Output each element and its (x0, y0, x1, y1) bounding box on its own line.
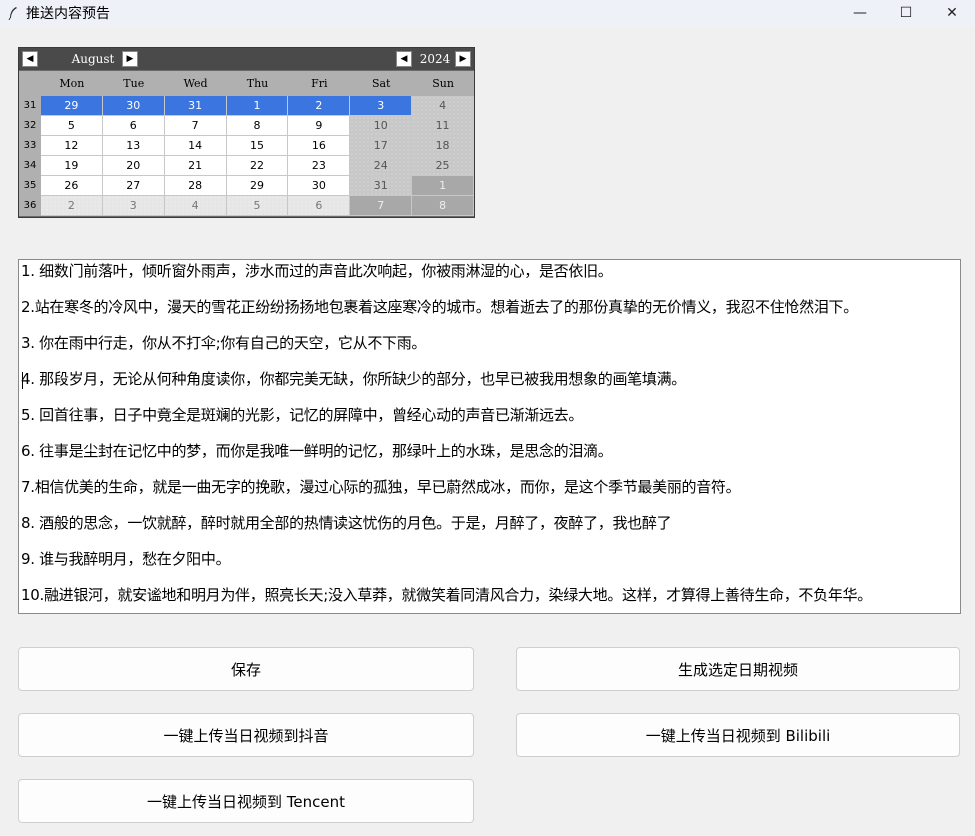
day-cell[interactable]: 7 (164, 116, 227, 136)
content-line: 6. 往事是尘封在记忆中的梦，而你是我唯一鲜明的记忆，那绿叶上的水珠，是思念的泪… (21, 442, 613, 460)
upload-bilibili-button[interactable]: 一键上传当日视频到 Bilibili (516, 713, 960, 757)
week-number: 32 (19, 116, 41, 136)
week-row: 35 26 27 28 29 30 31 1 (19, 176, 474, 196)
content-textarea[interactable]: 1. 细数门前落叶，倾听窗外雨声，涉水而过的声音此次响起，你被雨淋湿的心，是否依… (18, 259, 961, 614)
minimize-button[interactable]: — (837, 0, 883, 26)
week-number: 31 (19, 96, 41, 116)
day-cell[interactable]: 1 (412, 176, 474, 196)
week-number: 33 (19, 136, 41, 156)
day-cell[interactable]: 21 (164, 156, 227, 176)
day-cell[interactable]: 9 (288, 116, 351, 136)
content-line: 7.相信优美的生命，就是一曲无字的挽歌，漫过心际的孤独，早已蔚然成冰，而你，是这… (21, 478, 741, 496)
weekday-label: Fri (311, 77, 328, 90)
day-cell[interactable]: 29 (40, 96, 103, 116)
day-cell[interactable]: 24 (350, 156, 413, 176)
next-year-button[interactable]: ▶ (455, 51, 471, 67)
day-cell[interactable]: 8 (412, 196, 474, 216)
maximize-button[interactable]: ☐ (883, 0, 929, 26)
calendar-grid: 31 29 30 31 1 2 3 4 32 5 6 7 8 9 10 11 3… (19, 96, 474, 216)
week-row: 33 12 13 14 15 16 17 18 (19, 136, 474, 156)
weekday-label: Tue (123, 77, 145, 90)
day-cell[interactable]: 6 (102, 116, 165, 136)
close-button[interactable]: ✕ (929, 0, 975, 26)
week-number: 34 (19, 156, 41, 176)
day-cell[interactable]: 16 (288, 136, 351, 156)
day-cell[interactable]: 8 (226, 116, 289, 136)
calendar-header: ◀ August ▶ ◀ 2024 ▶ (19, 48, 474, 70)
feather-icon (8, 7, 17, 20)
weekday-header-row: Mon Tue Wed Thu Fri Sat Sun (19, 71, 474, 96)
week-row: 32 5 6 7 8 9 10 11 (19, 116, 474, 136)
content-line: 4. 那段岁月，无论从何种角度读你，你都完美无缺，你所缺少的部分，也早已被我用想… (21, 370, 686, 388)
window-controls: — ☐ ✕ (837, 0, 975, 26)
day-cell[interactable]: 20 (102, 156, 165, 176)
content-line: 10.融进银河，就安谧地和明月为伴，照亮长天;没入草莽，就微笑着同清风合力，染绿… (21, 586, 872, 604)
next-month-button[interactable]: ▶ (122, 51, 138, 67)
content-line: 9. 谁与我醉明月，愁在夕阳中。 (21, 550, 231, 568)
day-cell[interactable]: 27 (102, 176, 165, 196)
day-cell[interactable]: 23 (288, 156, 351, 176)
week-row: 34 19 20 21 22 23 24 25 (19, 156, 474, 176)
weekday-label: Thu (246, 77, 269, 90)
day-cell[interactable]: 31 (350, 176, 413, 196)
date-calendar: ◀ August ▶ ◀ 2024 ▶ Mon Tue Wed Thu Fri … (18, 47, 475, 218)
day-cell[interactable]: 11 (412, 116, 474, 136)
day-cell[interactable]: 5 (226, 196, 289, 216)
day-cell[interactable]: 15 (226, 136, 289, 156)
day-cell[interactable]: 29 (226, 176, 289, 196)
day-cell[interactable]: 10 (350, 116, 413, 136)
day-cell[interactable]: 25 (412, 156, 474, 176)
weekday-label: Sun (432, 77, 454, 90)
day-cell[interactable]: 5 (40, 116, 103, 136)
title-bar: 推送内容预告 — ☐ ✕ (0, 0, 975, 26)
day-cell[interactable]: 2 (40, 196, 103, 216)
content-line: 1. 细数门前落叶，倾听窗外雨声，涉水而过的声音此次响起，你被雨淋湿的心，是否依… (21, 262, 613, 280)
day-cell[interactable]: 3 (350, 96, 413, 116)
content-line: 3. 你在雨中行走，你从不打伞;你有自己的天空，它从不下雨。 (21, 334, 427, 352)
app-window: 推送内容预告 — ☐ ✕ ◀ August ▶ ◀ 2024 ▶ Mon Tue… (0, 0, 975, 836)
upload-tencent-button[interactable]: 一键上传当日视频到 Tencent (18, 779, 474, 823)
year-label: 2024 (414, 51, 456, 67)
day-cell[interactable]: 28 (164, 176, 227, 196)
day-cell[interactable]: 13 (102, 136, 165, 156)
day-cell[interactable]: 7 (350, 196, 413, 216)
text-caret (22, 372, 23, 389)
content-line: 5. 回首往事，日子中竟全是斑斓的光影，记忆的屏障中，曾经心动的声音已渐渐远去。 (21, 406, 584, 424)
day-cell[interactable]: 4 (164, 196, 227, 216)
day-cell[interactable]: 17 (350, 136, 413, 156)
prev-month-button[interactable]: ◀ (22, 51, 38, 67)
prev-year-button[interactable]: ◀ (396, 51, 412, 67)
weekday-label: Wed (183, 77, 208, 90)
day-cell[interactable]: 26 (40, 176, 103, 196)
day-cell[interactable]: 14 (164, 136, 227, 156)
generate-video-button[interactable]: 生成选定日期视频 (516, 647, 960, 691)
week-row: 36 2 3 4 5 6 7 8 (19, 196, 474, 216)
day-cell[interactable]: 6 (288, 196, 351, 216)
day-cell[interactable]: 22 (226, 156, 289, 176)
day-cell[interactable]: 3 (102, 196, 165, 216)
upload-douyin-button[interactable]: 一键上传当日视频到抖音 (18, 713, 474, 757)
window-title: 推送内容预告 (26, 6, 110, 22)
day-cell[interactable]: 2 (288, 96, 351, 116)
content-line: 2.站在寒冬的冷风中，漫天的雪花正纷纷扬扬地包裹着这座寒冷的城市。想着逝去了的那… (21, 298, 858, 316)
week-row: 31 29 30 31 1 2 3 4 (19, 96, 474, 116)
week-number-header (19, 71, 41, 96)
day-cell[interactable]: 31 (164, 96, 227, 116)
day-cell[interactable]: 30 (102, 96, 165, 116)
day-cell[interactable]: 19 (40, 156, 103, 176)
weekday-label: Mon (59, 77, 85, 90)
day-cell[interactable]: 30 (288, 176, 351, 196)
week-number: 36 (19, 196, 41, 216)
week-number: 35 (19, 176, 41, 196)
day-cell[interactable]: 4 (412, 96, 474, 116)
weekday-label: Sat (371, 77, 391, 90)
content-line: 8. 酒般的思念，一饮就醉，醉时就用全部的热情读这忧伤的月色。于是，月醉了，夜醉… (21, 514, 672, 532)
save-button[interactable]: 保存 (18, 647, 474, 691)
day-cell[interactable]: 12 (40, 136, 103, 156)
day-cell[interactable]: 18 (412, 136, 474, 156)
day-cell[interactable]: 1 (226, 96, 289, 116)
